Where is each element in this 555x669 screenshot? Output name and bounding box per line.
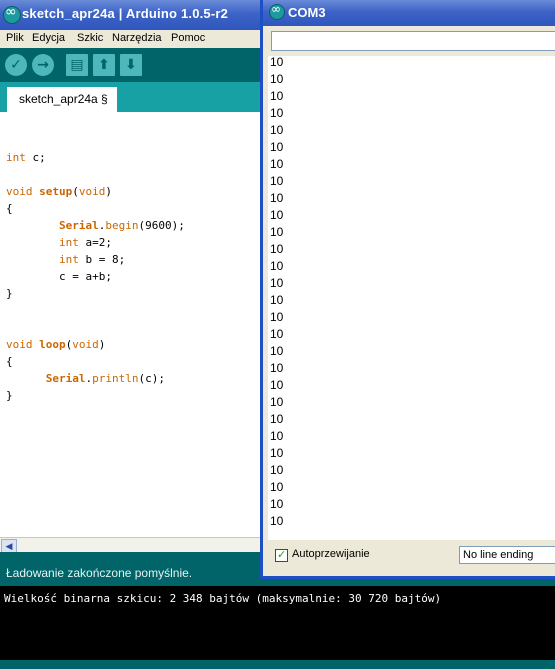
output-line: 10 (270, 72, 284, 86)
arrow-right-icon: → (37, 57, 49, 73)
serial-output[interactable]: 10 10 10 10 10 10 10 10 10 10 10 10 10 10 10 10 10 10 10 10… (268, 56, 555, 540)
code-line: } (6, 389, 13, 402)
code-line: int c; (6, 151, 46, 164)
code-line: void loop(void) (6, 338, 106, 351)
menu-narzedzia[interactable]: Narzędzia (110, 31, 164, 45)
output-line: 10 (270, 361, 284, 375)
code-text: int c; void setup(void) { Serial.begin(9… (6, 149, 185, 404)
output-line: 10 (270, 378, 284, 392)
line-ending-value: No line ending (463, 549, 534, 561)
code-line: } (6, 287, 13, 300)
verify-button[interactable]: ✓ (5, 54, 27, 76)
arduino-logo-icon (3, 4, 21, 24)
arrow-down-icon: ⬇ (125, 57, 137, 73)
output-line: 10 (270, 327, 284, 341)
output-line: 10 (270, 293, 284, 307)
code-line: { (6, 355, 13, 368)
save-button[interactable]: ⬇ (120, 54, 142, 76)
output-line: 10 (270, 191, 284, 205)
output-line: 10 (270, 463, 284, 477)
scroll-left-icon[interactable]: ◀ (1, 539, 17, 553)
output-line: 10 (270, 310, 284, 324)
output-lines: 10 10 10 10 10 10 10 10 10 10 10 10 10 10 10 10 10 10 10 10… (270, 56, 283, 530)
tab-label: sketch_apr24a § (19, 92, 108, 106)
output-line: 10 (270, 344, 284, 358)
arrow-up-icon: ⬆ (98, 57, 110, 73)
send-input[interactable] (271, 31, 555, 51)
check-icon: ✓ (10, 57, 22, 73)
output-line: 10 (270, 429, 284, 443)
serial-titlebar[interactable]: COM3 (263, 0, 555, 26)
autoscroll-label: Autoprzewijanie (292, 548, 370, 560)
output-line: 10 (270, 56, 284, 69)
output-line: 10 (270, 497, 284, 511)
upload-button[interactable]: → (32, 54, 54, 76)
line-ending-select[interactable]: No line ending (459, 546, 555, 564)
output-line: 10 (270, 480, 284, 494)
code-line: int b = 8; (58, 253, 126, 266)
output-line: 10 (270, 157, 284, 171)
code-editor[interactable]: int c; void setup(void) { Serial.begin(9… (0, 112, 262, 537)
code-line: Serial.println(c); (45, 372, 165, 385)
code-line: Serial.begin(9600); (58, 219, 185, 232)
output-line: 10 (270, 140, 284, 154)
console-output[interactable]: Wielkość binarna szkicu: 2 348 bajtów (m… (0, 586, 555, 660)
output-line: 10 (270, 446, 284, 460)
output-line: 10 (270, 412, 284, 426)
output-line: 10 (270, 123, 284, 137)
console-line: Wielkość binarna szkicu: 2 348 bajtów (m… (4, 592, 442, 605)
output-line: 10 (270, 276, 284, 290)
code-line: c = a+b; (6, 270, 112, 283)
output-line: 10 (270, 242, 284, 256)
output-line: 10 (270, 174, 284, 188)
arduino-logo-icon (269, 2, 285, 20)
checkbox-check-icon[interactable] (275, 548, 288, 562)
menu-szkic[interactable]: Szkic (75, 31, 105, 45)
tab-sketch[interactable]: sketch_apr24a § (7, 87, 117, 112)
new-file-icon: ▤ (70, 57, 84, 73)
output-line: 10 (270, 89, 284, 103)
menu-plik[interactable]: Plik (4, 31, 26, 45)
serial-monitor-window: COM3 10101010101010101010101010101010101… (260, 0, 555, 579)
output-line: 10 (270, 208, 284, 222)
serial-title: COM3 (288, 5, 326, 20)
menu-edycja[interactable]: Edycja (30, 31, 67, 45)
output-line: 10 (270, 514, 284, 528)
footer-bar (0, 660, 555, 669)
output-line: 10 (270, 259, 284, 273)
output-line: 10 (270, 225, 284, 239)
horizontal-scrollbar[interactable]: ◀ (0, 537, 262, 553)
menu-pomoc[interactable]: Pomoc (169, 31, 207, 45)
code-line: { (6, 202, 13, 215)
output-line: 10 (270, 106, 284, 120)
open-button[interactable]: ⬆ (93, 54, 115, 76)
ide-title: sketch_apr24a | Arduino 1.0.5-r2 (22, 6, 229, 21)
status-message: Ładowanie zakończone pomyślnie. (6, 566, 193, 580)
output-line: 10 (270, 395, 284, 409)
code-line: void setup(void) (6, 185, 112, 198)
code-line: int a=2; (58, 236, 112, 249)
new-button[interactable]: ▤ (66, 54, 88, 76)
